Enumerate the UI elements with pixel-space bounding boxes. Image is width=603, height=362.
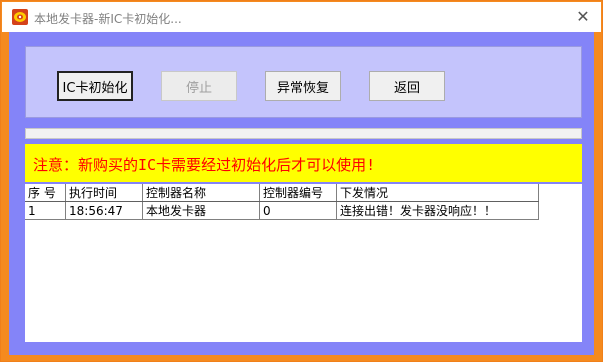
app-window: 本地发卡器-新IC卡初始化... ✕ IC卡初始化 停止 异常恢复 返回 注意：… <box>0 0 603 362</box>
stop-button[interactable]: 停止 <box>161 71 237 101</box>
notice-text: 注意：新购买的IC卡需要经过初始化后才可以使用! <box>33 156 376 174</box>
close-icon: ✕ <box>576 7 590 26</box>
cell-time: 18:56:47 <box>65 201 143 220</box>
column-header-controller-code[interactable]: 控制器编号 <box>259 184 337 202</box>
title-bar[interactable]: 本地发卡器-新IC卡初始化... ✕ <box>2 2 601 32</box>
cell-controller-name: 本地发卡器 <box>142 201 260 220</box>
window-title: 本地发卡器-新IC卡初始化... <box>34 12 182 26</box>
toolbar-panel: IC卡初始化 停止 异常恢复 返回 <box>25 46 582 118</box>
back-button[interactable]: 返回 <box>369 71 445 101</box>
app-logo-icon <box>12 9 28 25</box>
table-header-row: 序 号 执行时间 控制器名称 控制器编号 下发情况 <box>25 184 539 202</box>
column-header-seq[interactable]: 序 号 <box>25 184 66 202</box>
client-area: IC卡初始化 停止 异常恢复 返回 注意：新购买的IC卡需要经过初始化后才可以使… <box>9 32 594 355</box>
cell-controller-code: 0 <box>259 201 337 220</box>
cell-seq: 1 <box>25 201 66 220</box>
ic-card-init-button[interactable]: IC卡初始化 <box>57 71 133 101</box>
column-header-controller-name[interactable]: 控制器名称 <box>142 184 260 202</box>
notice-banner: 注意：新购买的IC卡需要经过初始化后才可以使用! <box>25 144 582 182</box>
result-table: 序 号 执行时间 控制器名称 控制器编号 下发情况 1 18:56:47 本地发… <box>25 184 539 220</box>
cell-status: 连接出错！发卡器没响应！！ <box>336 201 539 220</box>
close-button[interactable]: ✕ <box>571 5 595 29</box>
exception-recover-label: 异常恢复 <box>276 80 329 96</box>
ic-card-init-label: IC卡初始化 <box>62 80 128 96</box>
back-label: 返回 <box>393 80 420 96</box>
exception-recover-button[interactable]: 异常恢复 <box>265 71 341 101</box>
result-grid[interactable]: 序 号 执行时间 控制器名称 控制器编号 下发情况 1 18:56:47 本地发… <box>25 184 582 342</box>
stop-label: 停止 <box>185 80 212 96</box>
progress-bar <box>25 128 582 139</box>
table-row[interactable]: 1 18:56:47 本地发卡器 0 连接出错！发卡器没响应！！ <box>25 201 539 220</box>
column-header-time[interactable]: 执行时间 <box>65 184 143 202</box>
column-header-status[interactable]: 下发情况 <box>336 184 539 202</box>
